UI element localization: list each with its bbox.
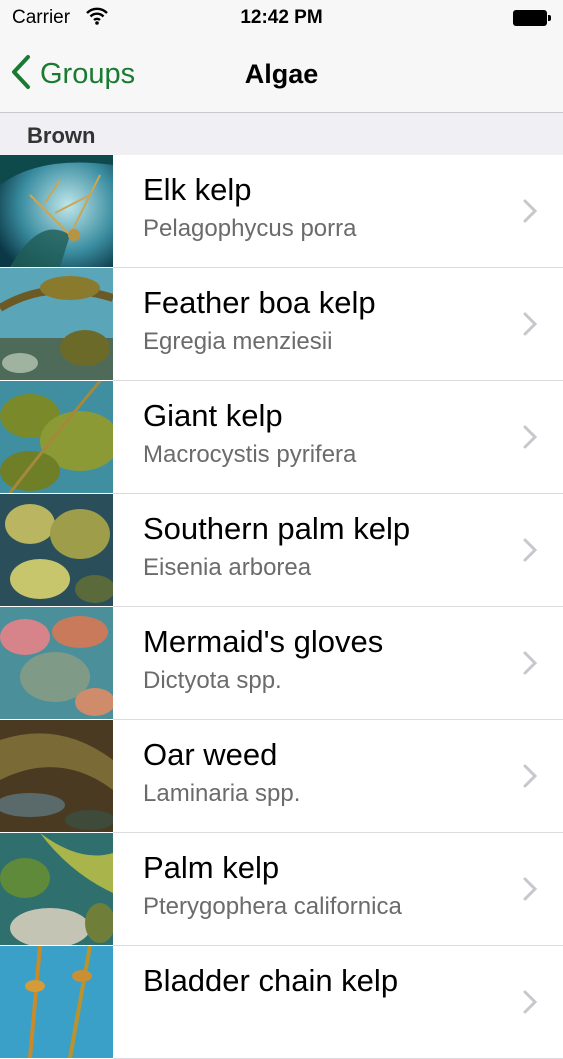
list-item[interactable]: Giant kelp Macrocystis pyrifera — [0, 381, 563, 494]
item-scientific-name: Laminaria spp. — [143, 780, 301, 807]
item-name: Elk kelp — [143, 172, 252, 207]
thumbnail-image — [0, 946, 113, 1058]
list-item[interactable]: Feather boa kelp Egregia menziesii — [0, 268, 563, 381]
item-name: Palm kelp — [143, 850, 280, 885]
item-scientific-name: Egregia menziesii — [143, 328, 333, 355]
chevron-right-icon — [523, 425, 538, 454]
item-name: Southern palm kelp — [143, 511, 411, 546]
thumbnail-image — [0, 155, 113, 267]
chevron-right-icon — [523, 538, 538, 567]
list-item[interactable]: Elk kelp Pelagophycus porra — [0, 155, 563, 268]
chevron-right-icon — [523, 877, 538, 906]
item-name: Bladder chain kelp — [143, 963, 399, 998]
item-scientific-name: Pterygophera californica — [143, 893, 402, 920]
status-time: 12:42 PM — [240, 7, 323, 28]
section-header-label: Brown — [27, 123, 96, 148]
chevron-right-icon — [523, 764, 538, 793]
thumbnail-image — [0, 720, 113, 832]
item-name: Giant kelp — [143, 398, 283, 433]
navigation-bar: Groups Algae — [0, 36, 563, 112]
list-item[interactable]: Southern palm kelp Eisenia arborea — [0, 494, 563, 607]
page-title: Algae — [244, 59, 319, 89]
thumbnail-image — [0, 381, 113, 493]
list-item[interactable]: Mermaid's gloves Dictyota spp. — [0, 607, 563, 720]
item-scientific-name: Dictyota spp. — [143, 667, 282, 694]
thumbnail-image — [0, 268, 113, 380]
battery-icon — [513, 10, 551, 26]
thumbnail-image — [0, 607, 113, 719]
list-item[interactable]: Palm kelp Pterygophera californica — [0, 833, 563, 946]
chevron-right-icon — [523, 651, 538, 680]
item-name: Oar weed — [143, 737, 278, 772]
chevron-right-icon — [523, 990, 538, 1019]
species-list: Elk kelp Pelagophycus porra Feather boa … — [0, 155, 563, 1059]
list-item[interactable]: Oar weed Laminaria spp. — [0, 720, 563, 833]
list-item[interactable]: Bladder chain kelp — [0, 946, 563, 1059]
status-bar: Carrier 12:42 PM — [0, 0, 563, 36]
thumbnail-image — [0, 833, 113, 945]
top-bar: Carrier 12:42 PM Groups Algae — [0, 0, 563, 113]
item-scientific-name: Macrocystis pyrifera — [143, 441, 357, 468]
item-scientific-name: Eisenia arborea — [143, 554, 312, 581]
item-scientific-name: Pelagophycus porra — [143, 215, 357, 242]
chevron-right-icon — [523, 312, 538, 341]
thumbnail-image — [0, 494, 113, 606]
item-name: Mermaid's gloves — [143, 624, 384, 659]
chevron-right-icon — [523, 199, 538, 228]
item-name: Feather boa kelp — [143, 285, 376, 320]
section-header: Brown — [0, 113, 563, 155]
